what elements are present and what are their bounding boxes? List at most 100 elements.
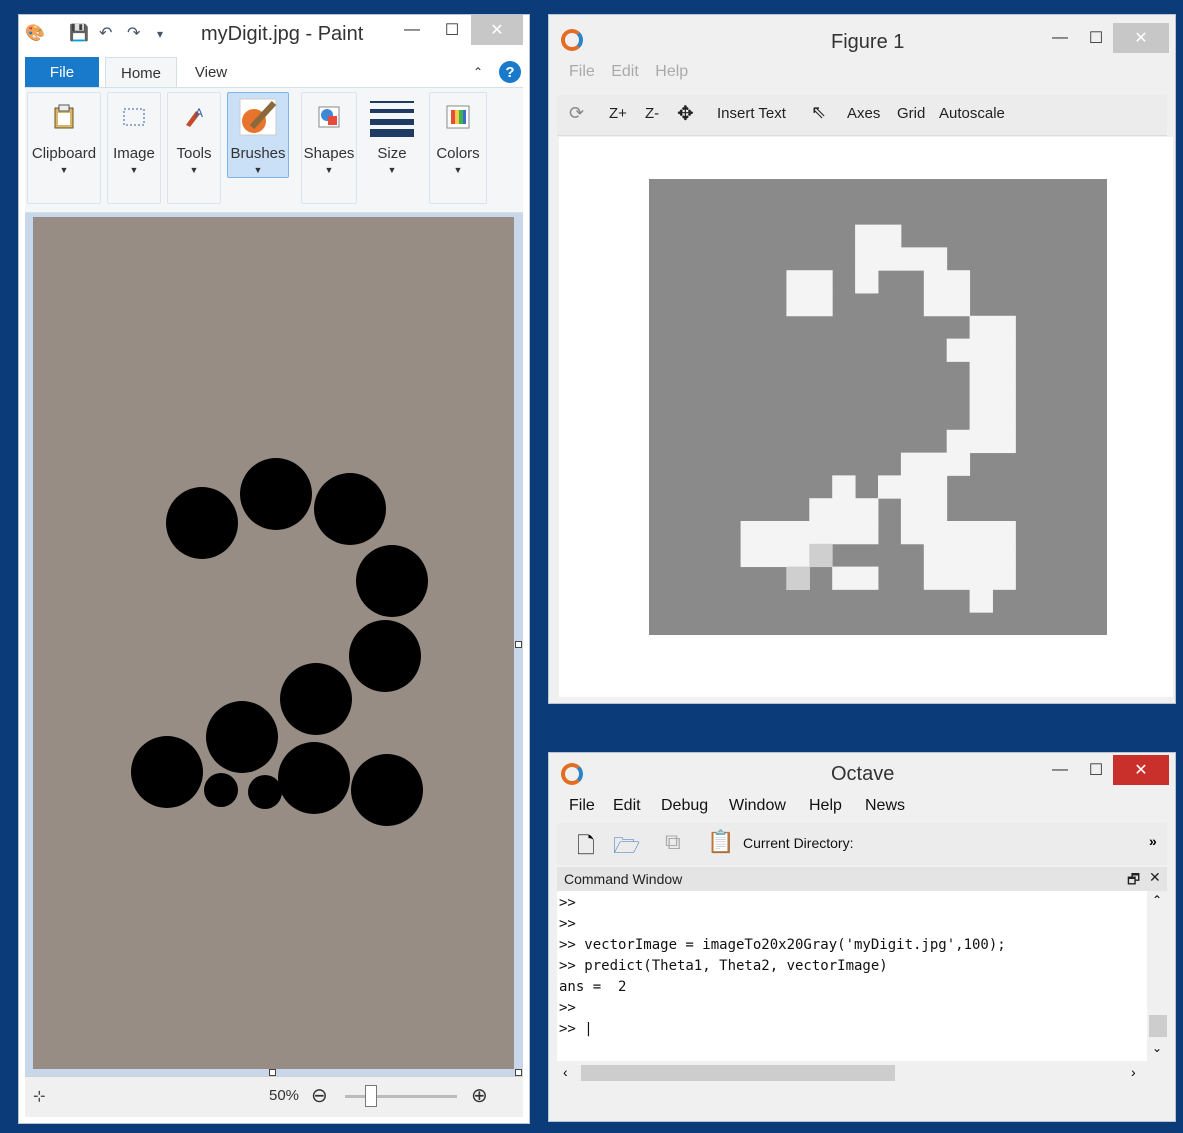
- select-pointer-icon[interactable]: ⇖: [811, 102, 826, 123]
- dropdown-arrow-icon: ▼: [453, 165, 463, 175]
- maximize-button[interactable]: ☐: [429, 15, 475, 45]
- pixel-cell-white: [969, 589, 993, 613]
- digit-photo[interactable]: [33, 217, 514, 1069]
- undo-icon[interactable]: ↶: [99, 23, 112, 43]
- zoom-slider[interactable]: [345, 1095, 457, 1098]
- group-label: Colors: [436, 145, 480, 162]
- paint-titlebar: 🎨 💾 ↶ ↷ ▾ myDigit.jpg - Paint — ☐ ✕: [19, 15, 529, 51]
- paint-app-icon[interactable]: 🎨: [25, 23, 45, 43]
- group-colors[interactable]: Colors ▼: [429, 92, 487, 204]
- command-window-header: Command Window 🗗 ✕: [557, 867, 1167, 891]
- current-directory-label: Current Directory:: [743, 835, 854, 851]
- pixel-cell-white: [900, 452, 925, 476]
- scroll-down-icon[interactable]: ⌄: [1152, 1041, 1162, 1055]
- scroll-thumb[interactable]: [1149, 1015, 1167, 1037]
- zoom-out-icon[interactable]: ⊖: [311, 1083, 328, 1108]
- menu-news[interactable]: News: [865, 797, 905, 815]
- figure-canvas[interactable]: [559, 137, 1173, 697]
- digit-dot: [240, 458, 312, 530]
- menu-edit[interactable]: Edit: [611, 63, 639, 81]
- pixel-cell-white: [992, 543, 1016, 568]
- menu-debug[interactable]: Debug: [661, 797, 708, 815]
- cursor-position-icon: ⊹: [33, 1088, 46, 1105]
- menu-window[interactable]: Window: [729, 797, 786, 815]
- paste-icon[interactable]: 📋: [707, 829, 734, 855]
- more-icon[interactable]: »: [1149, 833, 1157, 849]
- grid-button[interactable]: Grid: [897, 105, 925, 122]
- octave-title: Octave: [831, 763, 895, 785]
- scroll-right-icon[interactable]: ›: [1131, 1064, 1136, 1080]
- help-icon[interactable]: ?: [499, 61, 521, 83]
- close-button[interactable]: ✕: [1113, 755, 1169, 785]
- digit-dot: [356, 545, 428, 617]
- horizontal-scrollbar[interactable]: ‹ ›: [557, 1061, 1147, 1085]
- pixel-cell-white: [969, 315, 993, 340]
- pan-icon[interactable]: ✥: [677, 101, 694, 126]
- scroll-up-icon[interactable]: ⌃: [1152, 893, 1162, 907]
- command-window[interactable]: >> >> >> vectorImage = imageTo20x20Gray(…: [557, 891, 1147, 1061]
- group-shapes[interactable]: Shapes ▼: [301, 92, 357, 204]
- menu-file[interactable]: File: [569, 63, 595, 81]
- dropdown-arrow-icon: ▼: [324, 165, 334, 175]
- pixel-cell-white: [786, 543, 810, 568]
- pixel-cell-white: [740, 521, 764, 545]
- pixel-cell-white: [946, 270, 971, 294]
- autoscale-button[interactable]: Autoscale: [939, 105, 1005, 122]
- tab-view[interactable]: View: [181, 57, 241, 87]
- menu-help[interactable]: Help: [655, 63, 688, 81]
- undock-icon[interactable]: 🗗: [1127, 869, 1140, 893]
- group-brushes[interactable]: Brushes ▼: [227, 92, 289, 178]
- console-input-line[interactable]: >> |: [559, 1021, 593, 1037]
- scroll-left-icon[interactable]: ‹: [563, 1064, 568, 1080]
- console-line: ans = 2: [559, 979, 627, 995]
- redo-icon[interactable]: ↷: [127, 23, 140, 43]
- menu-edit[interactable]: Edit: [613, 797, 641, 815]
- close-button[interactable]: ✕: [1113, 23, 1169, 53]
- group-size[interactable]: Size ▼: [361, 92, 423, 204]
- save-icon[interactable]: 💾: [69, 23, 89, 43]
- group-label: Brushes: [230, 145, 286, 162]
- zoom-in-icon[interactable]: ⊕: [471, 1083, 488, 1108]
- zoom-slider-thumb[interactable]: [365, 1085, 377, 1107]
- tab-file[interactable]: File: [25, 57, 99, 87]
- svg-text:A: A: [195, 106, 203, 120]
- close-button[interactable]: ✕: [471, 15, 523, 45]
- zoom-in-button[interactable]: Z+: [609, 105, 627, 122]
- menu-file[interactable]: File: [569, 797, 595, 815]
- pixel-cell-white: [969, 543, 993, 568]
- ribbon: Clipboard ▼ Image ▼ A Tools ▼ Brushes ▼ …: [25, 87, 523, 213]
- resize-handle[interactable]: [269, 1069, 276, 1076]
- canvas-area[interactable]: [25, 213, 523, 1083]
- rotate-icon[interactable]: ⟳: [569, 103, 584, 124]
- zoom-out-button[interactable]: Z-: [645, 105, 659, 122]
- pixel-cell-white: [992, 384, 1016, 408]
- axes-button[interactable]: Axes: [847, 105, 880, 122]
- group-clipboard[interactable]: Clipboard ▼: [27, 92, 101, 204]
- customize-qat-icon[interactable]: ▾: [157, 27, 163, 41]
- resize-handle[interactable]: [515, 641, 522, 648]
- scroll-thumb[interactable]: [581, 1065, 895, 1081]
- insert-text-button[interactable]: Insert Text: [717, 105, 786, 122]
- tab-home[interactable]: Home: [105, 57, 177, 88]
- copy-icon[interactable]: ⧉: [665, 829, 681, 855]
- digit-dot: [204, 773, 238, 807]
- group-tools[interactable]: A Tools ▼: [167, 92, 221, 204]
- pixel-cell-white: [992, 361, 1016, 385]
- open-folder-icon[interactable]: 🗁: [613, 829, 640, 867]
- close-pane-icon[interactable]: ✕: [1149, 869, 1161, 886]
- octave-titlebar: Octave — ☐ ✕: [549, 753, 1175, 789]
- new-script-icon[interactable]: 🗋: [577, 829, 595, 867]
- group-image[interactable]: Image ▼: [107, 92, 161, 204]
- digit-dot: [278, 742, 350, 814]
- pixel-cell-white: [969, 521, 993, 545]
- dropdown-arrow-icon: ▼: [59, 165, 69, 175]
- digit-dot: [349, 620, 421, 692]
- vertical-scrollbar[interactable]: ⌃ ⌄: [1147, 891, 1169, 1061]
- collapse-ribbon-icon[interactable]: ⌃: [467, 57, 489, 87]
- console-line: >> predict(Theta1, Theta2, vectorImage): [559, 958, 888, 974]
- pixel-cell-white: [900, 521, 925, 545]
- resize-handle[interactable]: [515, 1069, 522, 1076]
- group-label: Size: [377, 145, 407, 162]
- menu-help[interactable]: Help: [809, 797, 842, 815]
- pixel-cell-white: [878, 247, 902, 271]
